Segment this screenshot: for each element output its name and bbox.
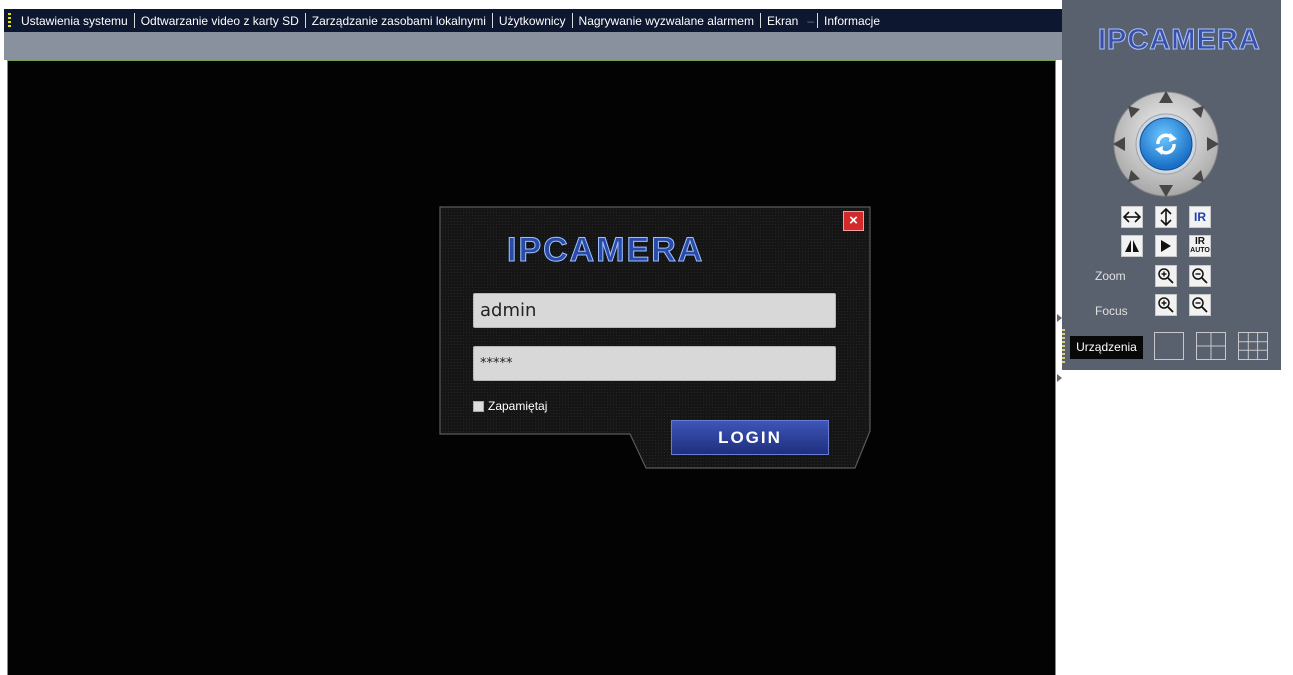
- ir-auto-bottom-label: AUTO: [1190, 247, 1210, 254]
- ir-auto-top-label: IR: [1195, 236, 1205, 247]
- mirror-button[interactable]: [1121, 235, 1143, 257]
- menu-information[interactable]: Informacje: [818, 14, 886, 28]
- flip-horizontal-button[interactable]: [1121, 206, 1143, 228]
- focus-out-icon: [1192, 297, 1208, 313]
- menu-alarm-recording[interactable]: Nagrywanie wyzwalane alarmem: [573, 14, 760, 28]
- zoom-in-button[interactable]: [1155, 265, 1177, 287]
- control-panel: IPCAMERA IR IR AUTO Zoom Focus Urządzeni…: [1057, 0, 1293, 675]
- zoom-label: Zoom: [1095, 269, 1126, 283]
- menu-sd-playback[interactable]: Odtwarzanie video z karty SD: [135, 14, 305, 28]
- menu-system-settings[interactable]: Ustawienia systemu: [15, 14, 134, 28]
- flip-horizontal-icon: [1123, 211, 1141, 223]
- auto-cruise-icon[interactable]: [1146, 124, 1186, 164]
- devices-button[interactable]: Urządzenia: [1070, 336, 1143, 359]
- menu-bar: Ustawienia systemu Odtwarzanie video z k…: [4, 9, 1062, 32]
- collapse-arrow-icon[interactable]: [1057, 314, 1062, 322]
- ptz-down-right-icon[interactable]: [1192, 170, 1204, 182]
- menu-dropdown-marker: –: [807, 13, 814, 28]
- split-9-icon[interactable]: [1238, 332, 1268, 360]
- panel-grip[interactable]: [1062, 329, 1065, 365]
- toolbar-strip: [4, 32, 1062, 60]
- control-panel-body: IPCAMERA IR IR AUTO Zoom Focus Urządzeni…: [1062, 0, 1281, 370]
- password-input[interactable]: [473, 346, 836, 381]
- ptz-up-icon[interactable]: [1159, 91, 1173, 103]
- ir-auto-button[interactable]: IR AUTO: [1189, 235, 1211, 257]
- expand-arrow-icon[interactable]: [1057, 374, 1062, 382]
- ir-label: IR: [1194, 210, 1206, 224]
- focus-out-button[interactable]: [1189, 294, 1211, 316]
- ptz-up-left-icon[interactable]: [1128, 106, 1140, 118]
- grid-9-icon: [1239, 333, 1267, 359]
- login-button[interactable]: LOGIN: [671, 420, 829, 455]
- menu-users[interactable]: Użytkownicy: [493, 14, 572, 28]
- username-input[interactable]: [473, 293, 836, 328]
- flip-vertical-button[interactable]: [1155, 206, 1177, 228]
- play-button[interactable]: [1155, 235, 1177, 257]
- mirror-icon: [1125, 240, 1139, 252]
- menu-screen[interactable]: Ekran: [761, 14, 804, 28]
- ptz-down-icon[interactable]: [1159, 185, 1173, 197]
- dialog-logo: IPCAMERA: [506, 231, 705, 270]
- focus-in-button[interactable]: [1155, 294, 1177, 316]
- ptz-up-right-icon[interactable]: [1192, 106, 1204, 118]
- split-1-icon[interactable]: [1154, 332, 1184, 360]
- ptz-right-icon[interactable]: [1207, 137, 1219, 151]
- ptz-down-left-icon[interactable]: [1128, 170, 1140, 182]
- focus-label: Focus: [1095, 304, 1128, 318]
- panel-logo: IPCAMERA: [1098, 24, 1261, 57]
- focus-in-icon: [1158, 297, 1174, 313]
- flip-vertical-icon: [1160, 208, 1172, 226]
- main-area: Ustawienia systemu Odtwarzanie video z k…: [0, 0, 1062, 675]
- zoom-out-button[interactable]: [1189, 265, 1211, 287]
- remember-checkbox[interactable]: Zapamiętaj: [473, 399, 547, 413]
- login-dialog: × IPCAMERA Zapamiętaj LOGIN: [439, 206, 871, 469]
- toolbar-grip[interactable]: [8, 12, 11, 29]
- play-icon: [1161, 240, 1171, 252]
- close-icon[interactable]: ×: [843, 211, 864, 231]
- ir-button[interactable]: IR: [1189, 206, 1211, 228]
- checkbox-icon[interactable]: [473, 400, 484, 412]
- split-4-icon[interactable]: [1196, 332, 1226, 360]
- zoom-out-icon: [1192, 268, 1208, 284]
- grid-4-icon: [1197, 333, 1225, 359]
- remember-label: Zapamiętaj: [488, 399, 548, 413]
- ptz-left-icon[interactable]: [1113, 137, 1125, 151]
- zoom-in-icon: [1158, 268, 1174, 284]
- menu-local-resources[interactable]: Zarządzanie zasobami lokalnymi: [306, 14, 492, 28]
